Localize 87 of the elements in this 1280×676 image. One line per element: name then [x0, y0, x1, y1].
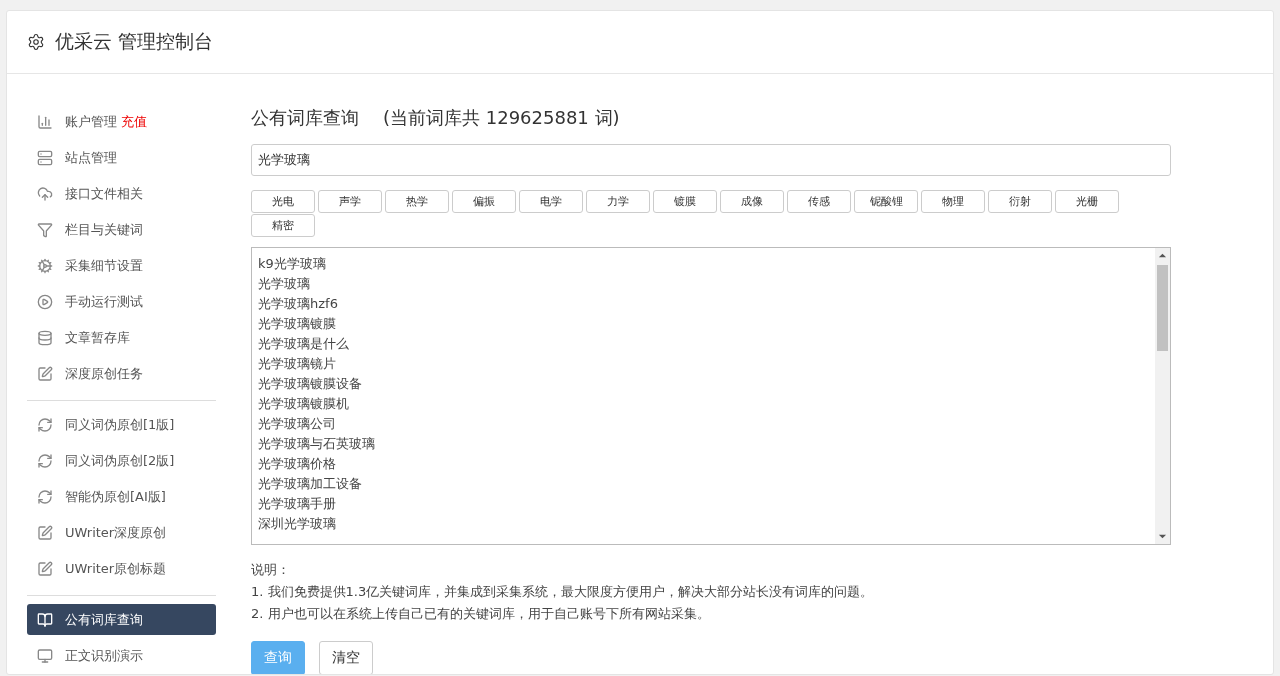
bar-chart-icon	[37, 113, 53, 130]
sidebar-label: 站点管理	[65, 148, 117, 167]
tag-button[interactable]: 电学	[519, 190, 583, 213]
result-item[interactable]: 光学玻璃hzf6	[258, 294, 1149, 314]
sidebar-item[interactable]: 公有词库查询	[27, 604, 216, 635]
refresh-icon	[37, 488, 53, 505]
scroll-up-icon[interactable]	[1158, 251, 1167, 260]
result-item[interactable]: 光学玻璃是什么	[258, 334, 1149, 354]
tag-button[interactable]: 光栅	[1055, 190, 1119, 213]
sidebar-label: 文章暂存库	[65, 328, 130, 347]
settings-icon	[27, 33, 45, 51]
tag-button[interactable]: 衍射	[988, 190, 1052, 213]
edit-icon	[37, 365, 53, 382]
scrollbar[interactable]	[1155, 248, 1170, 544]
sidebar-item[interactable]: 同义词伪原创[2版]	[27, 445, 216, 476]
refresh-icon	[37, 416, 53, 433]
tag-button[interactable]: 物理	[921, 190, 985, 213]
result-item[interactable]: 光学玻璃与石英玻璃	[258, 434, 1149, 454]
sidebar-item[interactable]: 手动运行测试	[27, 286, 216, 317]
tag-button[interactable]: 偏振	[452, 190, 516, 213]
window-title: 优采云 管理控制台	[55, 29, 214, 54]
sidebar-label: 手动运行测试	[65, 292, 143, 311]
sidebar-item[interactable]: 接口文件相关	[27, 178, 216, 209]
tag-button[interactable]: 精密	[251, 214, 315, 237]
sidebar-item[interactable]: 同义词伪原创[1版]	[27, 409, 216, 440]
play-icon	[37, 293, 53, 310]
sidebar-item[interactable]: 深度原创任务	[27, 358, 216, 389]
result-item[interactable]: 光学玻璃手册	[258, 494, 1149, 514]
tag-button[interactable]: 成像	[720, 190, 784, 213]
sidebar-label: 智能伪原创[AI版]	[65, 487, 166, 506]
sidebar-label: 公有词库查询	[65, 610, 143, 629]
sidebar-label: UWriter原创标题	[65, 559, 167, 578]
clear-button[interactable]: 清空	[319, 641, 373, 674]
notes-title: 说明：	[251, 561, 291, 579]
sidebar-label: 栏目与关键词	[65, 220, 143, 239]
gear-icon	[37, 257, 53, 274]
result-item[interactable]: 光学玻璃价格	[258, 454, 1149, 474]
sidebar-label: 深度原创任务	[65, 364, 143, 383]
sidebar-item[interactable]: UWriter原创标题	[27, 553, 216, 584]
sidebar-item[interactable]: 智能伪原创[AI版]	[27, 481, 216, 512]
result-item[interactable]: k9光学玻璃	[258, 254, 1149, 274]
word-count: (当前词库共 129625881 词)	[383, 106, 620, 130]
result-item[interactable]: 光学玻璃加工设备	[258, 474, 1149, 494]
server-icon	[37, 149, 53, 166]
sidebar-label: 同义词伪原创[1版]	[65, 415, 175, 434]
result-item[interactable]: 光学玻璃镀膜	[258, 314, 1149, 334]
sidebar-label: 正文识别演示	[65, 646, 143, 665]
result-item[interactable]: 光学玻璃公司	[258, 414, 1149, 434]
result-item[interactable]: 光学玻璃镀膜机	[258, 394, 1149, 414]
sidebar-item[interactable]: UWriter深度原创	[27, 517, 216, 548]
note-text: 1. 我们免费提供1.3亿关键词库，并集成到采集系统，最大限度方便用户，解决大部分站长没有词库的问题。	[251, 583, 875, 601]
sidebar-item[interactable]: 站点管理	[27, 142, 216, 173]
tag-button[interactable]: 热学	[385, 190, 449, 213]
search-field[interactable]: 光学玻璃	[251, 144, 1171, 176]
sidebar-label: 接口文件相关	[65, 184, 143, 203]
cloud-upload-icon	[37, 185, 53, 202]
database-icon	[37, 329, 53, 346]
sidebar-label: UWriter深度原创	[65, 523, 167, 542]
sidebar-item[interactable]: 文章暂存库	[27, 322, 216, 353]
book-icon	[37, 611, 53, 628]
sidebar-label: 账户管理	[65, 112, 117, 131]
sidebar-item[interactable]: 正文识别演示	[27, 640, 216, 671]
sidebar-item[interactable]: 栏目与关键词	[27, 214, 216, 245]
tag-button[interactable]: 力学	[586, 190, 650, 213]
tag-button[interactable]: 镀膜	[653, 190, 717, 213]
refresh-icon	[37, 452, 53, 469]
result-item[interactable]: 深圳光学玻璃	[258, 514, 1149, 534]
edit-icon	[37, 560, 53, 577]
filter-icon	[37, 221, 53, 238]
scroll-down-icon[interactable]	[1158, 532, 1167, 541]
result-item[interactable]: 光学玻璃镜片	[258, 354, 1149, 374]
sidebar-label: 采集细节设置	[65, 256, 143, 275]
result-item[interactable]: 光学玻璃	[258, 274, 1149, 294]
sidebar-item[interactable]: 账户管理 充值	[27, 106, 216, 137]
monitor-icon	[37, 647, 53, 664]
result-item[interactable]: 光学玻璃镀膜设备	[258, 374, 1149, 394]
note-text: 2. 用户也可以在系统上传自己已有的关键词库，用于自己账号下所有网站采集。	[251, 605, 711, 623]
tag-button[interactable]: 光电	[251, 190, 315, 213]
sidebar-label: 同义词伪原创[2版]	[65, 451, 175, 470]
sidebar-item[interactable]: 采集细节设置	[27, 250, 216, 281]
recharge-link[interactable]: 充值	[121, 112, 147, 131]
page-title: 公有词库查询	[251, 106, 359, 130]
edit-icon	[37, 524, 53, 541]
tag-button[interactable]: 传感	[787, 190, 851, 213]
tag-button[interactable]: 声学	[318, 190, 382, 213]
tag-button[interactable]: 铌酸锂	[854, 190, 918, 213]
scrollbar-thumb[interactable]	[1157, 265, 1168, 351]
